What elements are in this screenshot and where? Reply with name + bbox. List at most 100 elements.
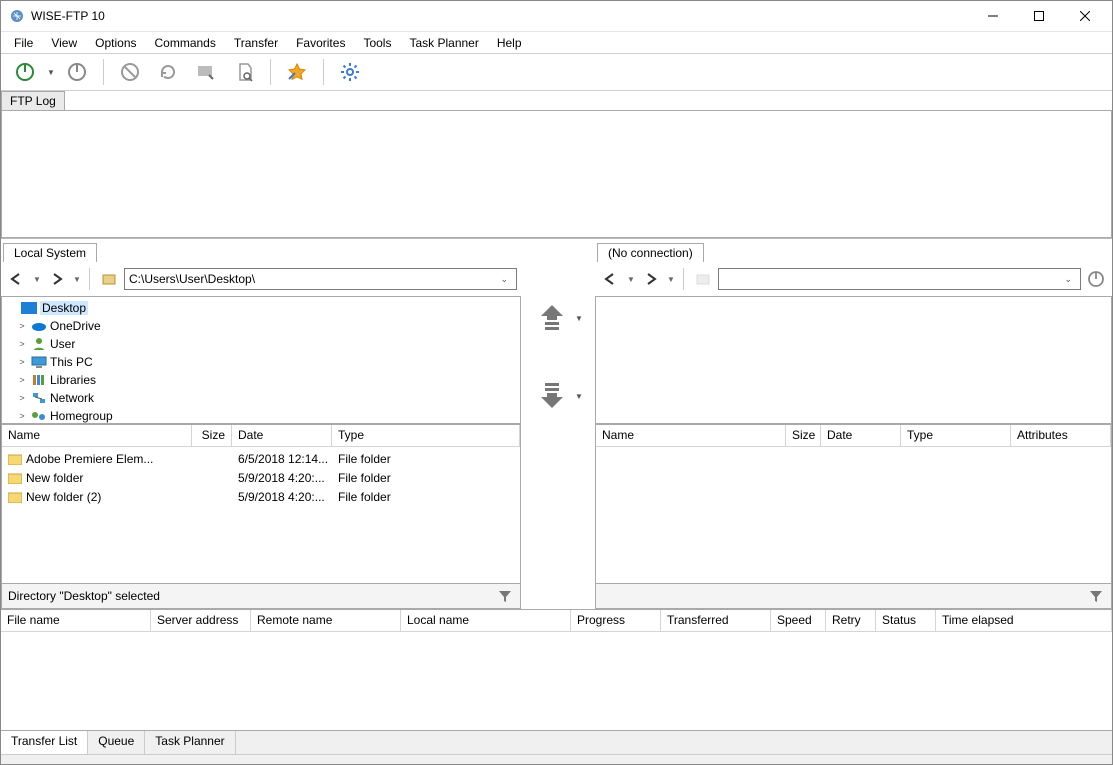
status-bar [1, 754, 1112, 764]
download-dropdown[interactable]: ▼ [575, 392, 583, 401]
menu-file[interactable]: File [5, 34, 42, 52]
disconnect-button[interactable] [59, 57, 95, 87]
local-forward-dropdown[interactable]: ▼ [72, 275, 82, 284]
tree-item-libraries[interactable]: > Libraries [2, 371, 520, 389]
col-type[interactable]: Type [332, 425, 520, 446]
close-button[interactable] [1062, 1, 1108, 31]
col-transferred[interactable]: Transferred [661, 610, 771, 631]
tab-task-planner[interactable]: Task Planner [145, 731, 235, 754]
menu-help[interactable]: Help [488, 34, 531, 52]
sync-button[interactable] [188, 57, 224, 87]
chevron-down-icon[interactable]: ⌄ [1060, 274, 1076, 285]
remote-path-input[interactable]: ⌄ [718, 268, 1081, 290]
menu-favorites[interactable]: Favorites [287, 34, 354, 52]
download-button[interactable] [533, 377, 571, 415]
local-file-list[interactable]: Name Size Date Type Adobe Premiere Elem.… [1, 424, 521, 584]
col-name[interactable]: Name [596, 425, 786, 446]
local-home-button[interactable] [97, 267, 121, 291]
col-remote-name[interactable]: Remote name [251, 610, 401, 631]
menu-options[interactable]: Options [86, 34, 145, 52]
remote-tree[interactable] [595, 296, 1112, 424]
remote-connect-button[interactable] [1084, 267, 1108, 291]
col-size[interactable]: Size [192, 425, 232, 446]
file-row[interactable]: New folder (2) 5/9/2018 4:20:... File fo… [2, 487, 520, 506]
window-title: WISE-FTP 10 [31, 9, 970, 23]
desktop-icon [21, 301, 37, 315]
tree-item-desktop[interactable]: Desktop [2, 299, 520, 317]
connect-dropdown[interactable]: ▼ [45, 68, 57, 77]
tree-item-user[interactable]: > User [2, 335, 520, 353]
pc-icon [31, 355, 47, 369]
remote-tab[interactable]: (No connection) [597, 243, 704, 262]
local-path-input[interactable]: C:\Users\User\Desktop\ ⌄ [124, 268, 517, 290]
col-progress[interactable]: Progress [571, 610, 661, 631]
transfer-list-body[interactable] [1, 632, 1112, 730]
chevron-down-icon[interactable]: ⌄ [496, 274, 512, 285]
upload-button[interactable] [533, 299, 571, 337]
menu-commands[interactable]: Commands [146, 34, 225, 52]
local-path-text: C:\Users\User\Desktop\ [129, 272, 255, 286]
menu-transfer[interactable]: Transfer [225, 34, 287, 52]
filter-icon[interactable] [1087, 587, 1105, 605]
filter-icon[interactable] [496, 587, 514, 605]
col-status[interactable]: Status [876, 610, 936, 631]
col-size[interactable]: Size [786, 425, 821, 446]
local-back-button[interactable] [5, 267, 29, 291]
col-retry[interactable]: Retry [826, 610, 876, 631]
menu-view[interactable]: View [42, 34, 86, 52]
remote-file-list[interactable]: Name Size Date Type Attributes [595, 424, 1112, 584]
tab-transfer-list[interactable]: Transfer List [1, 731, 88, 754]
col-time-elapsed[interactable]: Time elapsed [936, 610, 1112, 631]
col-type[interactable]: Type [901, 425, 1011, 446]
tree-item-network[interactable]: > Network [2, 389, 520, 407]
col-attributes[interactable]: Attributes [1011, 425, 1111, 446]
col-date[interactable]: Date [821, 425, 901, 446]
abort-button[interactable] [112, 57, 148, 87]
user-icon [31, 337, 47, 351]
local-forward-button[interactable] [45, 267, 69, 291]
toolbar: ▼ [1, 53, 1112, 91]
tab-queue[interactable]: Queue [88, 731, 145, 754]
col-local-name[interactable]: Local name [401, 610, 571, 631]
menu-tools[interactable]: Tools [354, 34, 400, 52]
col-date[interactable]: Date [232, 425, 332, 446]
menu-task-planner[interactable]: Task Planner [400, 34, 487, 52]
folder-icon [8, 472, 22, 484]
remote-forward-dropdown[interactable]: ▼ [666, 275, 676, 284]
file-row[interactable]: New folder 5/9/2018 4:20:... File folder [2, 468, 520, 487]
transfer-list-header: File name Server address Remote name Loc… [1, 610, 1112, 632]
remote-forward-button[interactable] [639, 267, 663, 291]
col-server-address[interactable]: Server address [151, 610, 251, 631]
col-speed[interactable]: Speed [771, 610, 826, 631]
menu-bar: File View Options Commands Transfer Favo… [1, 31, 1112, 53]
search-button[interactable] [226, 57, 262, 87]
settings-button[interactable] [332, 57, 368, 87]
remote-back-dropdown[interactable]: ▼ [626, 275, 636, 284]
tree-item-homegroup[interactable]: > Homegroup [2, 407, 520, 424]
tree-item-onedrive[interactable]: > OneDrive [2, 317, 520, 335]
app-icon [9, 8, 25, 24]
local-status-text: Directory "Desktop" selected [8, 589, 160, 603]
ftp-log-tab[interactable]: FTP Log [1, 91, 65, 110]
col-file-name[interactable]: File name [1, 610, 151, 631]
col-name[interactable]: Name [2, 425, 192, 446]
maximize-button[interactable] [1016, 1, 1062, 31]
network-icon [31, 391, 47, 405]
remote-back-button[interactable] [599, 267, 623, 291]
onedrive-icon [31, 319, 47, 333]
connect-button[interactable] [7, 57, 43, 87]
ftp-log-area[interactable] [1, 110, 1112, 238]
folder-icon [8, 453, 22, 465]
folder-icon [8, 491, 22, 503]
remote-home-button[interactable] [691, 267, 715, 291]
upload-dropdown[interactable]: ▼ [575, 314, 583, 323]
local-back-dropdown[interactable]: ▼ [32, 275, 42, 284]
tree-item-thispc[interactable]: > This PC [2, 353, 520, 371]
local-system-tab[interactable]: Local System [3, 243, 97, 262]
local-tree[interactable]: Desktop > OneDrive > User > This PC [1, 296, 521, 424]
refresh-button[interactable] [150, 57, 186, 87]
favorites-button[interactable] [279, 57, 315, 87]
minimize-button[interactable] [970, 1, 1016, 31]
file-row[interactable]: Adobe Premiere Elem... 6/5/2018 12:14...… [2, 449, 520, 468]
libraries-icon [31, 373, 47, 387]
